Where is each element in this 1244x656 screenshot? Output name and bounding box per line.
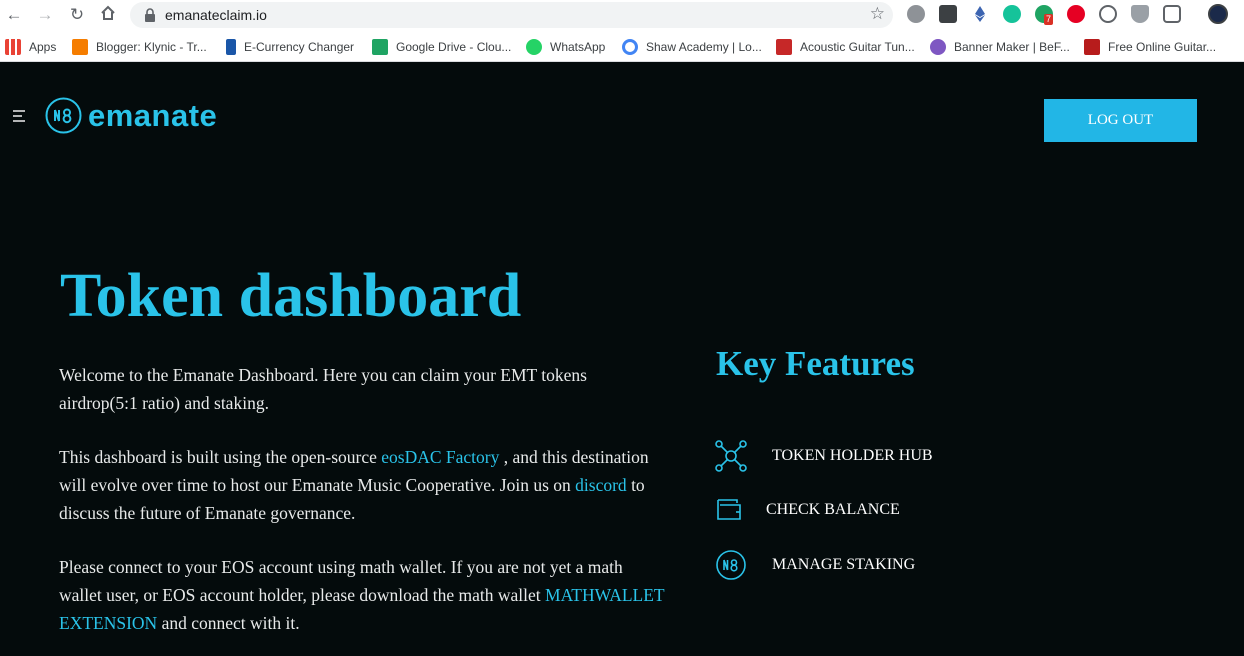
browser-toolbar: ← → ↻ emanateclaim.io ☆ 7 [0, 0, 1244, 31]
extension-pocket-icon[interactable] [1099, 5, 1117, 23]
discord-link[interactable]: discord [575, 475, 627, 495]
network-hub-icon [715, 440, 747, 472]
extension-badge-count: 7 [1044, 14, 1054, 25]
ecurrency-icon [226, 39, 236, 55]
feature-label: TOKEN HOLDER HUB [772, 447, 933, 464]
extension-badge-icon[interactable]: 7 [1035, 5, 1054, 25]
feature-label: CHECK BALANCE [766, 501, 900, 518]
bookmark-label: Acoustic Guitar Tun... [800, 40, 915, 54]
logout-button[interactable]: LOG OUT [1044, 99, 1197, 142]
bookmark-4[interactable]: WhatsApp [526, 38, 605, 56]
bookmark-label: WhatsApp [550, 40, 606, 54]
profile-avatar[interactable] [1208, 4, 1228, 24]
bookmark-label: Blogger: Klynic - Tr... [96, 40, 207, 54]
whatsapp-icon [526, 39, 542, 55]
feature-token-holder-hub[interactable]: TOKEN HOLDER HUB [715, 440, 933, 472]
wallet-icon [717, 499, 741, 520]
emanate-logo-icon [45, 97, 82, 134]
bookmark-7[interactable]: Banner Maker | BeF... [930, 38, 1070, 56]
bookmark-2[interactable]: E-Currency Changer [226, 38, 354, 56]
bookmark-label: Free Online Guitar... [1108, 40, 1217, 54]
apps-grid-icon [5, 39, 21, 55]
address-bar[interactable]: emanateclaim.io ☆ [130, 2, 893, 28]
brand-logo[interactable]: emanate [45, 97, 217, 134]
bookmark-label: E-Currency Changer [244, 40, 355, 54]
page-content: emanate LOG OUT Token dashboard Welcome … [0, 63, 1244, 656]
feature-label: MANAGE STAKING [772, 556, 916, 573]
extension-pinterest-icon[interactable] [1067, 5, 1085, 23]
key-features-heading: Key Features [716, 344, 915, 383]
befunky-icon [930, 39, 946, 55]
bookmark-0[interactable]: Apps [5, 38, 56, 56]
google-drive-icon [372, 39, 388, 55]
forward-arrow-icon[interactable]: → [34, 4, 56, 26]
hamburger-menu-icon[interactable] [13, 110, 25, 122]
extension-cube-icon[interactable] [939, 5, 957, 23]
bookmark-3[interactable]: Google Drive - Clou... [372, 38, 511, 56]
bookmark-1[interactable]: Blogger: Klynic - Tr... [72, 38, 207, 56]
feature-manage-staking[interactable]: MANAGE STAKING [715, 549, 915, 581]
page-title: Token dashboard [60, 262, 522, 330]
bookmark-6[interactable]: Acoustic Guitar Tun... [776, 38, 915, 56]
guitar-site-icon [1084, 39, 1100, 55]
extension-discord-icon[interactable] [907, 5, 925, 23]
reload-icon[interactable]: ↻ [66, 4, 88, 26]
bookmark-5[interactable]: Shaw Academy | Lo... [622, 38, 762, 56]
bookmark-label: Banner Maker | BeF... [954, 40, 1070, 54]
lock-icon [145, 8, 155, 22]
address-url: emanateclaim.io [165, 7, 267, 23]
text: Please connect to your EOS account using… [59, 557, 623, 605]
eosdac-factory-link[interactable]: eosDAC Factory [381, 447, 499, 467]
brand-name: emanate [88, 97, 218, 133]
intro-paragraph: Welcome to the Emanate Dashboard. Here y… [59, 365, 587, 413]
extension-shield-icon[interactable] [1131, 5, 1149, 23]
home-icon[interactable] [97, 4, 119, 26]
blogger-icon [72, 39, 88, 55]
guitar-tuner-icon [776, 39, 792, 55]
extension-save-icon[interactable] [1163, 5, 1181, 23]
factory-paragraph: This dashboard is built using the open-s… [59, 443, 669, 527]
bookmark-label: Shaw Academy | Lo... [646, 40, 762, 54]
extension-ethereum-icon[interactable] [971, 5, 989, 23]
back-arrow-icon[interactable]: ← [3, 4, 25, 26]
feature-check-balance[interactable]: CHECK BALANCE [715, 497, 900, 523]
bookmarks-bar: Apps Blogger: Klynic - Tr... E-Currency … [0, 31, 1244, 62]
bookmark-label: Apps [29, 40, 57, 54]
emanate-coin-icon [716, 550, 746, 580]
mathwallet-paragraph: Please connect to your EOS account using… [59, 553, 669, 637]
bookmark-label: Google Drive - Clou... [396, 40, 512, 54]
text: and connect with it. [157, 613, 300, 633]
google-icon [622, 39, 638, 55]
bookmark-star-icon[interactable]: ☆ [870, 4, 885, 24]
text: This dashboard is built using the open-s… [59, 447, 382, 467]
bookmark-8[interactable]: Free Online Guitar... [1084, 38, 1216, 56]
extension-grammarly-icon[interactable] [1003, 5, 1021, 23]
